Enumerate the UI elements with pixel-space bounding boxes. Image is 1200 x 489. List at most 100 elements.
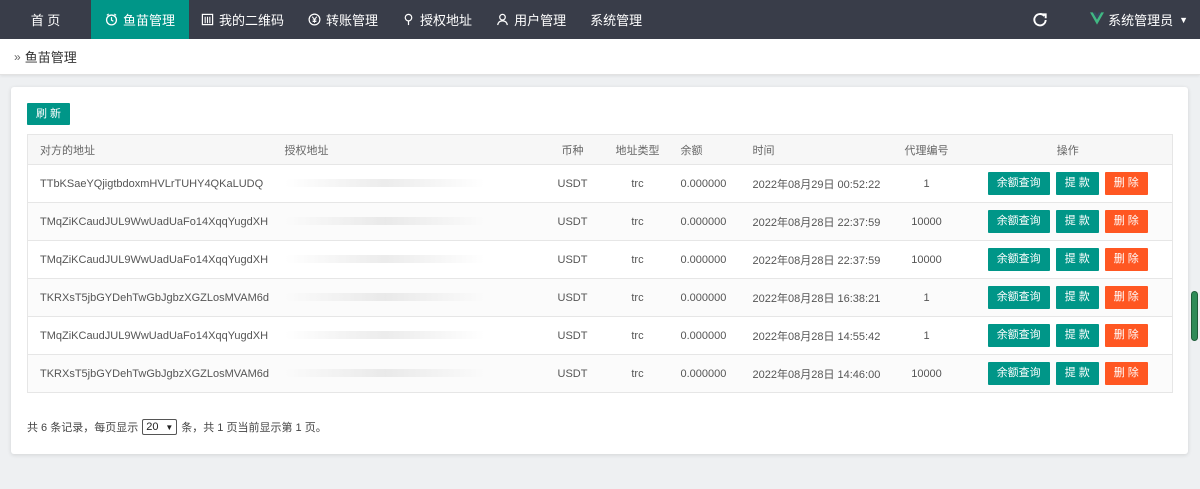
cell-ops: 余额查询提 款删 除 (963, 354, 1173, 393)
cell-auth-address-redacted (284, 278, 537, 317)
cell-time: 2022年08月28日 14:46:00 (739, 354, 890, 393)
cell-currency: USDT (536, 202, 609, 241)
cell-currency: USDT (536, 354, 609, 393)
refresh-button[interactable]: 刷 新 (27, 103, 71, 125)
cell-addr_type: trc (608, 240, 667, 279)
delete-button[interactable]: 删 除 (1104, 248, 1148, 271)
cell-ops: 余额查询提 款删 除 (963, 278, 1173, 317)
col-time: 时间 (739, 134, 890, 165)
withdraw-button[interactable]: 提 款 (1055, 172, 1099, 195)
cell-balance: 0.000000 (666, 316, 740, 355)
cell-time: 2022年08月28日 22:37:59 (739, 240, 890, 279)
breadcrumb-current: 鱼苗管理 (24, 50, 77, 65)
pager-prefix: 共 6 条记录，每页显示 (27, 422, 139, 434)
cell-peer_address: TMqZiKCaudJUL9WwUadUaFo14XqqYugdXH (27, 316, 285, 355)
vue-logo-icon (1090, 11, 1105, 28)
withdraw-button[interactable]: 提 款 (1055, 324, 1099, 347)
cell-auth-address-redacted (284, 316, 537, 355)
cell-balance: 0.000000 (666, 164, 740, 203)
nav-item-3[interactable]: 授权地址 (390, 0, 484, 39)
cell-peer_address: TMqZiKCaudJUL9WwUadUaFo14XqqYugdXH (27, 240, 285, 279)
cell-addr_type: trc (608, 316, 667, 355)
admin-menu[interactable]: 系统管理员 ▼ (1090, 10, 1200, 29)
nav-item-0[interactable]: 鱼苗管理 (91, 0, 190, 39)
admin-name: 系统管理员 (1108, 13, 1174, 28)
row-actions: 余额查询提 款删 除 (964, 362, 1173, 385)
cell-peer_address: TKRXsT5jbGYDehTwGbJgbzXGZLosMVAM6d (27, 278, 285, 317)
col-agent-id: 代理编号 (889, 134, 964, 165)
table-row: TKRXsT5jbGYDehTwGbJgbzXGZLosMVAM6d USDT tr… (27, 278, 1173, 317)
nav-home[interactable]: 首 页 (0, 0, 91, 39)
nav-right: 系统管理员 ▼ (1030, 0, 1200, 39)
balance-query-button[interactable]: 余额查询 (987, 248, 1050, 271)
nav-item-label: 系统管理 (590, 13, 643, 28)
refresh-icon[interactable] (1030, 10, 1050, 30)
withdraw-button[interactable]: 提 款 (1055, 210, 1099, 233)
nav-item-4[interactable]: 用户管理 (484, 0, 578, 39)
nav-item-2[interactable]: 转账管理 (296, 0, 390, 39)
cell-ops: 余额查询提 款删 除 (963, 316, 1173, 355)
pagination: 共 6 条记录，每页显示 20 ▼ 条，共 1 页当前显示第 1 页。 (27, 419, 1172, 435)
cell-time: 2022年08月28日 16:38:21 (739, 278, 890, 317)
table-row: TMqZiKCaudJUL9WwUadUaFo14XqqYugdXH USDT tr… (27, 202, 1173, 241)
nav-item-5[interactable]: 系统管理 (578, 0, 654, 39)
content-card: 刷 新 对方的地址 授权地址 币种 地址类型 余额 时间 代理编号 操作 TTb… (11, 87, 1188, 454)
cell-time: 2022年08月28日 22:37:59 (739, 202, 890, 241)
balance-query-button[interactable]: 余额查询 (987, 172, 1050, 195)
cell-balance: 0.000000 (666, 240, 740, 279)
cell-agent_id: 10000 (889, 354, 964, 393)
withdraw-button[interactable]: 提 款 (1055, 248, 1099, 271)
qrcode-icon (201, 13, 214, 26)
table-row: TTbKSaeYQjigtbdoxmHVLrTUHY4QKaLUDQ USDT tr… (27, 164, 1173, 203)
cell-auth-address-redacted (284, 164, 537, 203)
nav-item-1[interactable]: 我的二维码 (189, 0, 296, 39)
cell-ops: 余额查询提 款删 除 (963, 240, 1173, 279)
cell-time: 2022年08月29日 00:52:22 (739, 164, 890, 203)
yen-icon (308, 13, 321, 26)
col-auth-address: 授权地址 (284, 134, 537, 165)
row-actions: 余额查询提 款删 除 (964, 210, 1173, 233)
col-addr-type: 地址类型 (608, 134, 667, 165)
balance-query-button[interactable]: 余额查询 (987, 362, 1050, 385)
delete-button[interactable]: 删 除 (1104, 286, 1148, 309)
nav-item-label: 用户管理 (514, 13, 567, 28)
delete-button[interactable]: 删 除 (1104, 210, 1148, 233)
cell-agent_id: 10000 (889, 240, 964, 279)
cell-agent_id: 1 (889, 316, 964, 355)
cell-peer_address: TKRXsT5jbGYDehTwGbJgbzXGZLosMVAM6d (27, 354, 285, 393)
delete-button[interactable]: 删 除 (1104, 324, 1148, 347)
cell-agent_id: 10000 (889, 202, 964, 241)
page-size-select[interactable]: 20 ▼ (142, 419, 178, 435)
table-row: TMqZiKCaudJUL9WwUadUaFo14XqqYugdXH USDT tr… (27, 240, 1173, 279)
nav-menu: 鱼苗管理 我的二维码 转账管理 授权地址 用户管理 系统管理 (91, 0, 654, 39)
nav-item-label: 我的二维码 (219, 13, 285, 28)
delete-button[interactable]: 删 除 (1104, 172, 1148, 195)
cell-currency: USDT (536, 240, 609, 279)
pager-suffix: 条，共 1 页当前显示第 1 页。 (181, 422, 327, 434)
cell-addr_type: trc (608, 354, 667, 393)
chevron-down-icon: ▼ (165, 422, 174, 432)
col-peer-address: 对方的地址 (27, 134, 285, 165)
balance-query-button[interactable]: 余额查询 (987, 286, 1050, 309)
row-actions: 余额查询提 款删 除 (964, 172, 1173, 195)
row-actions: 余额查询提 款删 除 (964, 248, 1173, 271)
cell-auth-address-redacted (284, 354, 537, 393)
balance-query-button[interactable]: 余额查询 (987, 210, 1050, 233)
scrollbar-thumb[interactable] (1191, 291, 1198, 341)
withdraw-button[interactable]: 提 款 (1055, 286, 1099, 309)
balance-query-button[interactable]: 余额查询 (987, 324, 1050, 347)
cell-currency: USDT (536, 164, 609, 203)
cell-ops: 余额查询提 款删 除 (963, 164, 1173, 203)
nav-item-label: 授权地址 (420, 13, 473, 28)
cell-peer_address: TTbKSaeYQjigtbdoxmHVLrTUHY4QKaLUDQ (27, 164, 285, 203)
clock-icon (105, 13, 118, 26)
redacted-text (284, 368, 485, 377)
redacted-text (284, 254, 485, 263)
withdraw-button[interactable]: 提 款 (1055, 362, 1099, 385)
delete-button[interactable]: 删 除 (1104, 362, 1148, 385)
cell-currency: USDT (536, 278, 609, 317)
user-icon (496, 13, 509, 26)
caret-down-icon: ▼ (1179, 14, 1188, 25)
cell-peer_address: TMqZiKCaudJUL9WwUadUaFo14XqqYugdXH (27, 202, 285, 241)
breadcrumb: » 鱼苗管理 (0, 39, 1200, 75)
